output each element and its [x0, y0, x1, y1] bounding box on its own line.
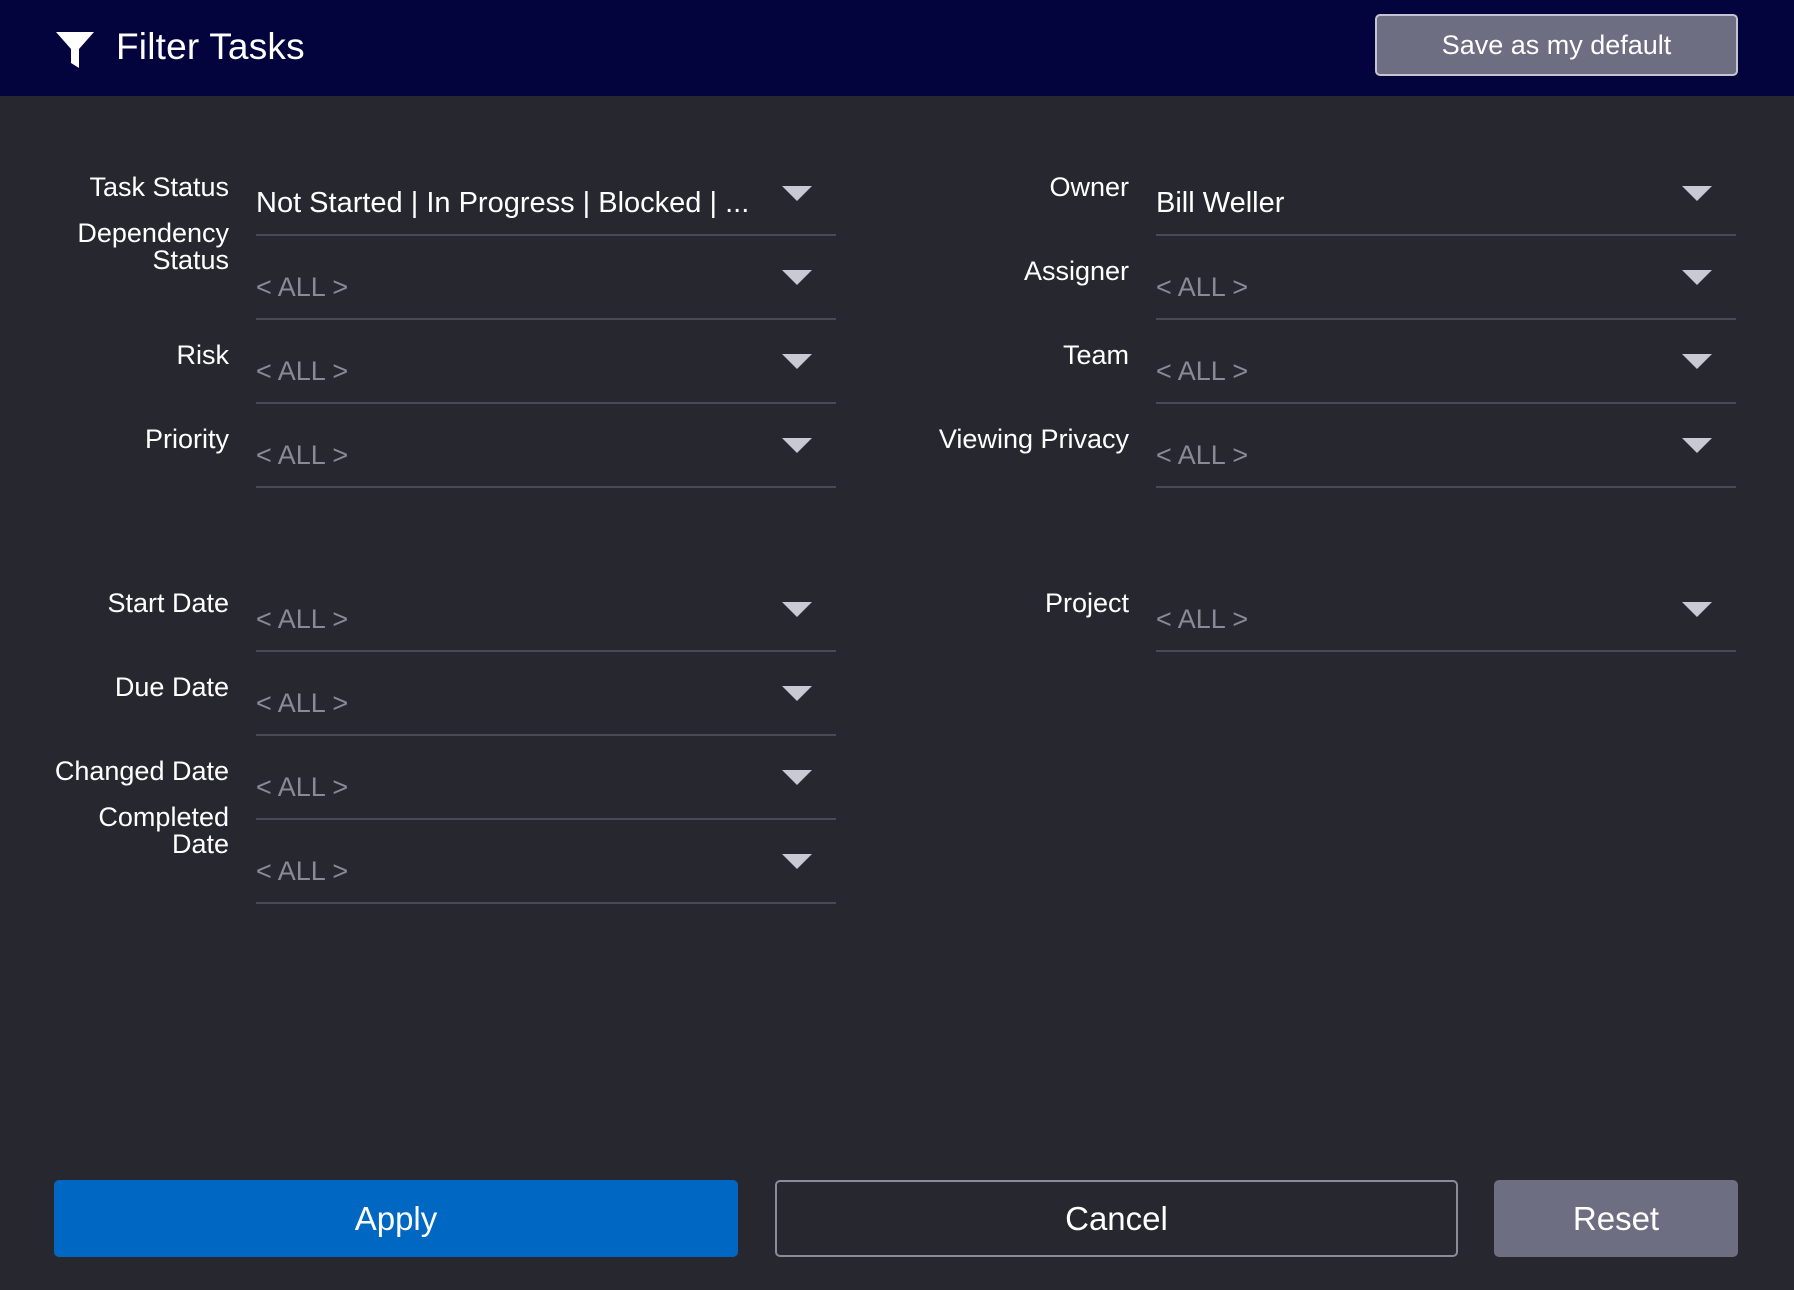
chevron-down-icon[interactable] [782, 186, 812, 201]
label-line: Priority [144, 424, 229, 454]
label-start-date: Start Date [107, 590, 229, 617]
label-project: Project [1045, 590, 1129, 617]
chevron-down-icon[interactable] [1682, 186, 1712, 201]
filter-tasks-dialog: Filter Tasks Save as my default Task Sta… [0, 0, 1794, 1290]
label-viewing-privacy: Viewing Privacy [939, 426, 1129, 453]
chevron-down-icon[interactable] [782, 354, 812, 369]
chevron-down-icon[interactable] [1682, 270, 1712, 285]
label-risk: Risk [177, 342, 230, 369]
label-line: Team [1062, 340, 1129, 370]
label-changed-date: Changed Date [55, 758, 229, 785]
label-line: Assigner [1023, 256, 1129, 286]
label-assigner: Assigner [1024, 258, 1129, 285]
viewing-privacy-value: < ALL > [1156, 440, 1249, 470]
priority-value: < ALL > [256, 440, 349, 470]
field-completed-date[interactable]: < ALL > [256, 790, 836, 904]
label-line: Completed [98, 802, 229, 832]
reset-button[interactable]: Reset [1494, 1180, 1738, 1257]
label-team: Team [1063, 342, 1129, 369]
completed-date-value: < ALL > [256, 856, 349, 886]
label-line: Start Date [107, 588, 229, 618]
chevron-down-icon[interactable] [1682, 602, 1712, 617]
field-priority[interactable]: < ALL > [256, 374, 836, 488]
chevron-down-icon[interactable] [782, 686, 812, 701]
field-viewing-privacy[interactable]: < ALL > [1156, 374, 1736, 488]
chevron-down-icon[interactable] [1682, 354, 1712, 369]
label-priority: Priority [145, 426, 229, 453]
chevron-down-icon[interactable] [782, 770, 812, 785]
label-task-status: Task Status [89, 174, 229, 201]
label-line: Project [1044, 588, 1129, 618]
cancel-button[interactable]: Cancel [775, 1180, 1458, 1257]
chevron-down-icon[interactable] [1682, 438, 1712, 453]
label-due-date: Due Date [115, 674, 229, 701]
label-line: Status [152, 245, 229, 275]
dialog-header: Filter Tasks Save as my default [0, 0, 1794, 96]
label-line: Viewing Privacy [938, 424, 1129, 454]
label-line: Due Date [114, 672, 229, 702]
chevron-down-icon[interactable] [782, 438, 812, 453]
label-completed-date: Completed Date [98, 804, 229, 858]
label-owner: Owner [1049, 174, 1129, 201]
apply-button[interactable]: Apply [54, 1180, 738, 1257]
field-project[interactable]: < ALL > [1156, 538, 1736, 652]
label-line: Dependency [77, 218, 229, 248]
filter-funnel-icon [56, 32, 94, 68]
save-as-default-button[interactable]: Save as my default [1375, 14, 1738, 76]
label-line: Risk [176, 340, 230, 370]
label-dependency-status: Dependency Status [77, 220, 229, 274]
label-line: Date [171, 829, 229, 859]
label-line: Task Status [89, 172, 229, 202]
project-value: < ALL > [1156, 604, 1249, 634]
chevron-down-icon[interactable] [782, 854, 812, 869]
dialog-title: Filter Tasks [116, 26, 305, 67]
chevron-down-icon[interactable] [782, 602, 812, 617]
label-line: Changed Date [54, 756, 229, 786]
chevron-down-icon[interactable] [782, 270, 812, 285]
label-line: Owner [1049, 172, 1129, 202]
